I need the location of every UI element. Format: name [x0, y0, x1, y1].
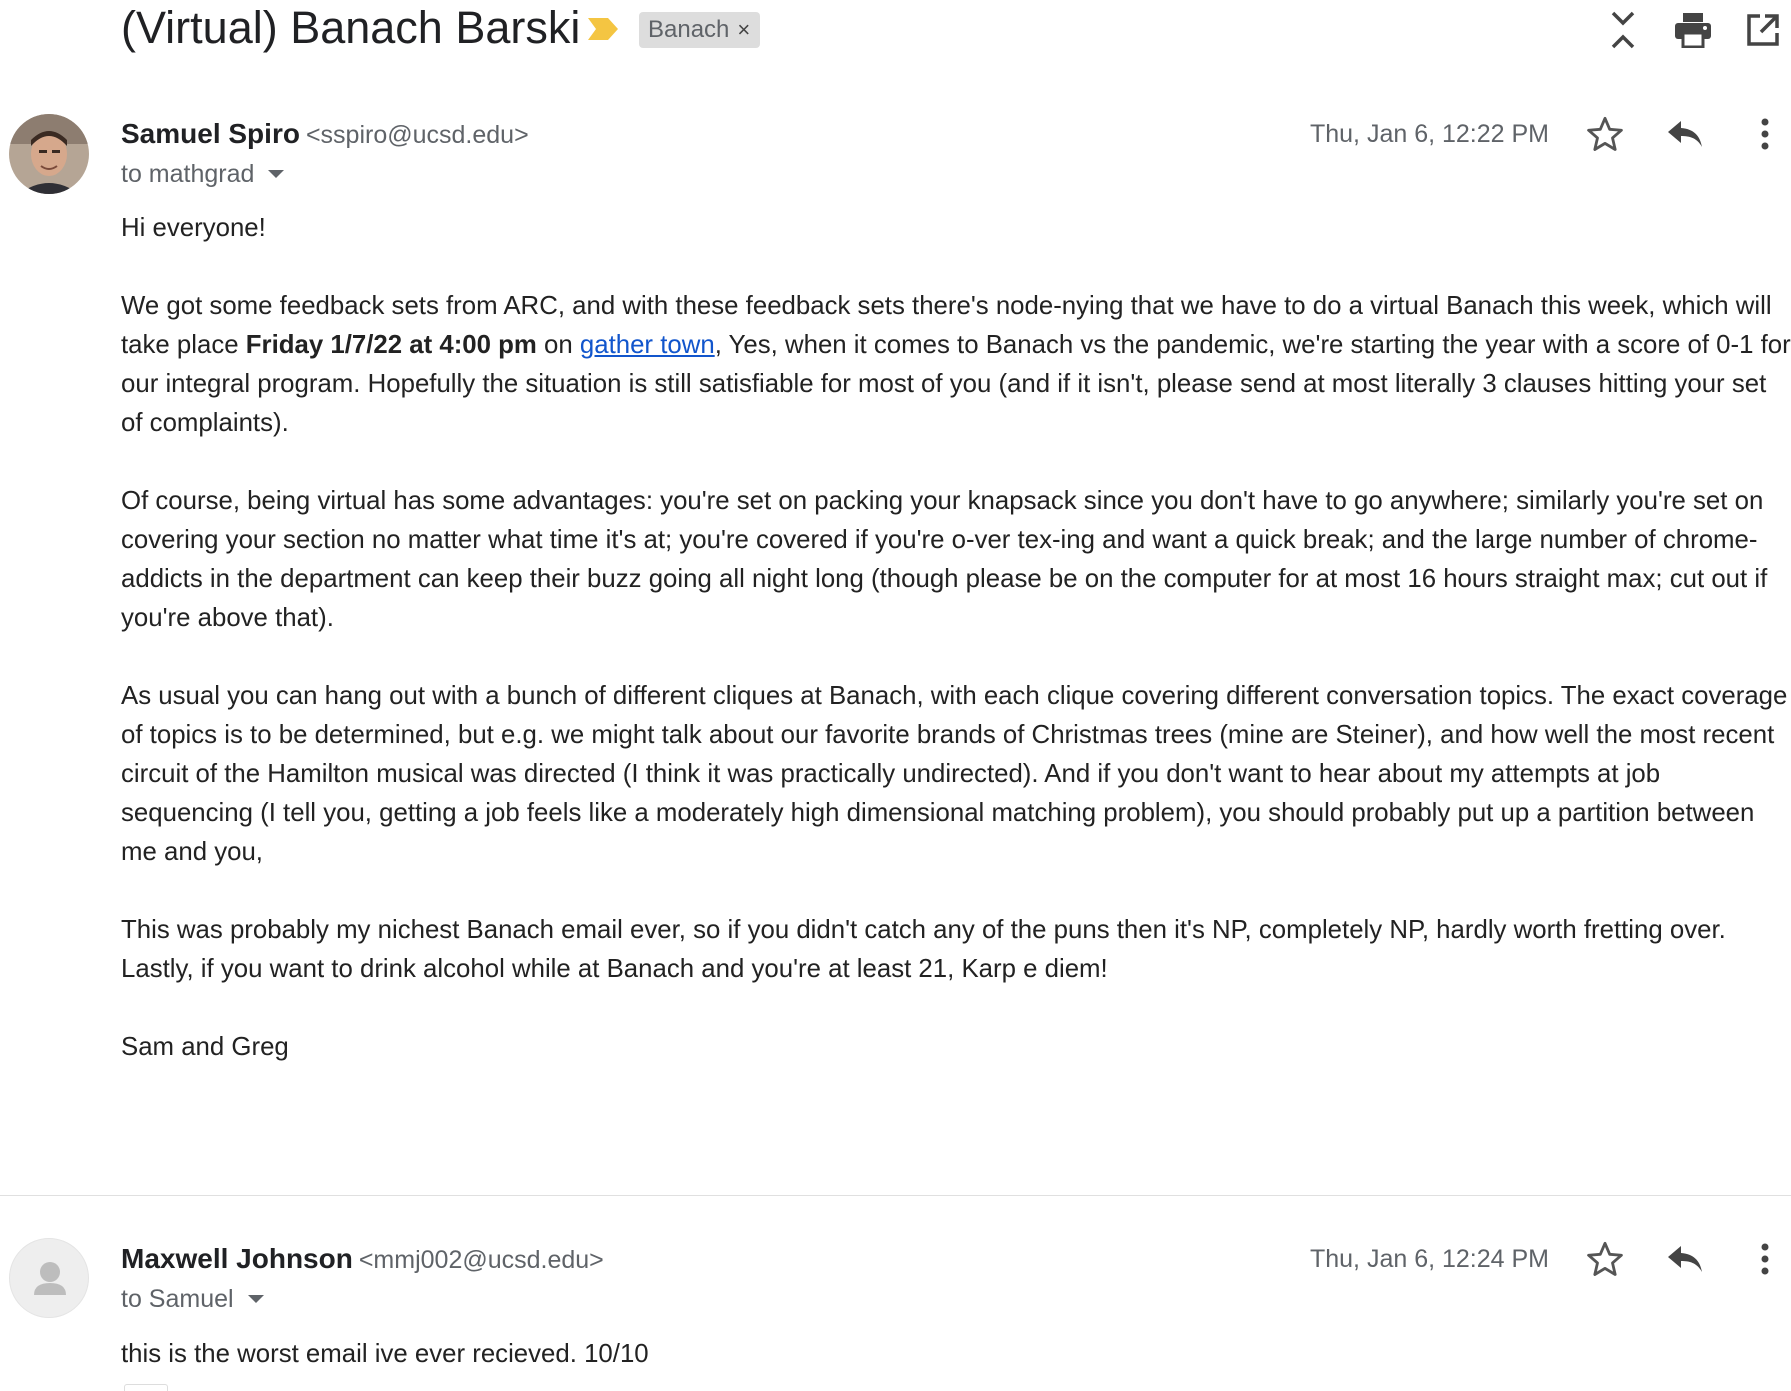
message-date: Thu, Jan 6, 12:24 PM: [1309, 1245, 1549, 1273]
greeting: Hi everyone!: [121, 214, 266, 242]
avatar[interactable]: [9, 114, 89, 194]
open-new-window-icon[interactable]: [1741, 8, 1785, 52]
collapse-all-icon[interactable]: [1601, 8, 1645, 52]
more-options-icon[interactable]: [1740, 109, 1790, 159]
recipients-text: to mathgrad: [121, 160, 255, 188]
star-icon[interactable]: [1580, 1234, 1630, 1284]
message-body: this is the worst email ive ever recieve…: [121, 1340, 649, 1368]
chevron-down-icon: [247, 1295, 264, 1303]
chevron-down-icon: [268, 170, 285, 178]
recipients-toggle[interactable]: to Samuel: [121, 1283, 264, 1315]
body-paragraph: As usual you can hang out with a bunch o…: [121, 682, 1788, 866]
thread-header: (Virtual) Banach Barski Banach ×: [0, 0, 1791, 60]
print-icon[interactable]: [1671, 8, 1715, 52]
body-paragraph: We got some feedback sets from ARC, and …: [121, 292, 1791, 437]
show-trimmed-content-button[interactable]: [124, 1384, 168, 1391]
thread-subject: (Virtual) Banach Barski: [121, 2, 581, 53]
star-icon[interactable]: [1580, 109, 1630, 159]
message-divider: [0, 1195, 1791, 1196]
recipients-text: to Samuel: [121, 1285, 234, 1313]
message-date: Thu, Jan 6, 12:22 PM: [1309, 120, 1549, 148]
sender: Maxwell Johnson <mmj002@ucsd.edu>: [121, 1242, 604, 1277]
body-paragraph: Of course, being virtual has some advant…: [121, 487, 1768, 632]
reply-icon[interactable]: [1660, 1234, 1710, 1284]
body-paragraph: This was probably my nichest Banach emai…: [121, 916, 1726, 983]
sender-email: <sspiro@ucsd.edu>: [305, 121, 529, 149]
sender: Samuel Spiro <sspiro@ucsd.edu>: [121, 117, 529, 152]
sender-name[interactable]: Maxwell Johnson: [121, 1243, 353, 1274]
message-body: Hi everyone! We got some feedback sets f…: [121, 209, 1791, 1106]
reply-icon[interactable]: [1660, 109, 1710, 159]
avatar[interactable]: [9, 1238, 89, 1318]
remove-label-icon[interactable]: ×: [737, 17, 750, 43]
default-person-icon: [34, 1262, 66, 1295]
gather-town-link[interactable]: gather town: [580, 331, 715, 359]
sender-email: <mmj002@ucsd.edu>: [358, 1246, 604, 1274]
label-chip: Banach ×: [639, 12, 761, 48]
importance-marker-icon[interactable]: [586, 16, 620, 42]
event-time: Friday 1/7/22 at 4:00 pm: [245, 331, 537, 359]
sender-name[interactable]: Samuel Spiro: [121, 118, 300, 149]
signature: Sam and Greg: [121, 1033, 289, 1061]
more-options-icon[interactable]: [1740, 1234, 1790, 1284]
label-chip-text: Banach: [648, 16, 730, 43]
recipients-toggle[interactable]: to mathgrad: [121, 158, 285, 190]
